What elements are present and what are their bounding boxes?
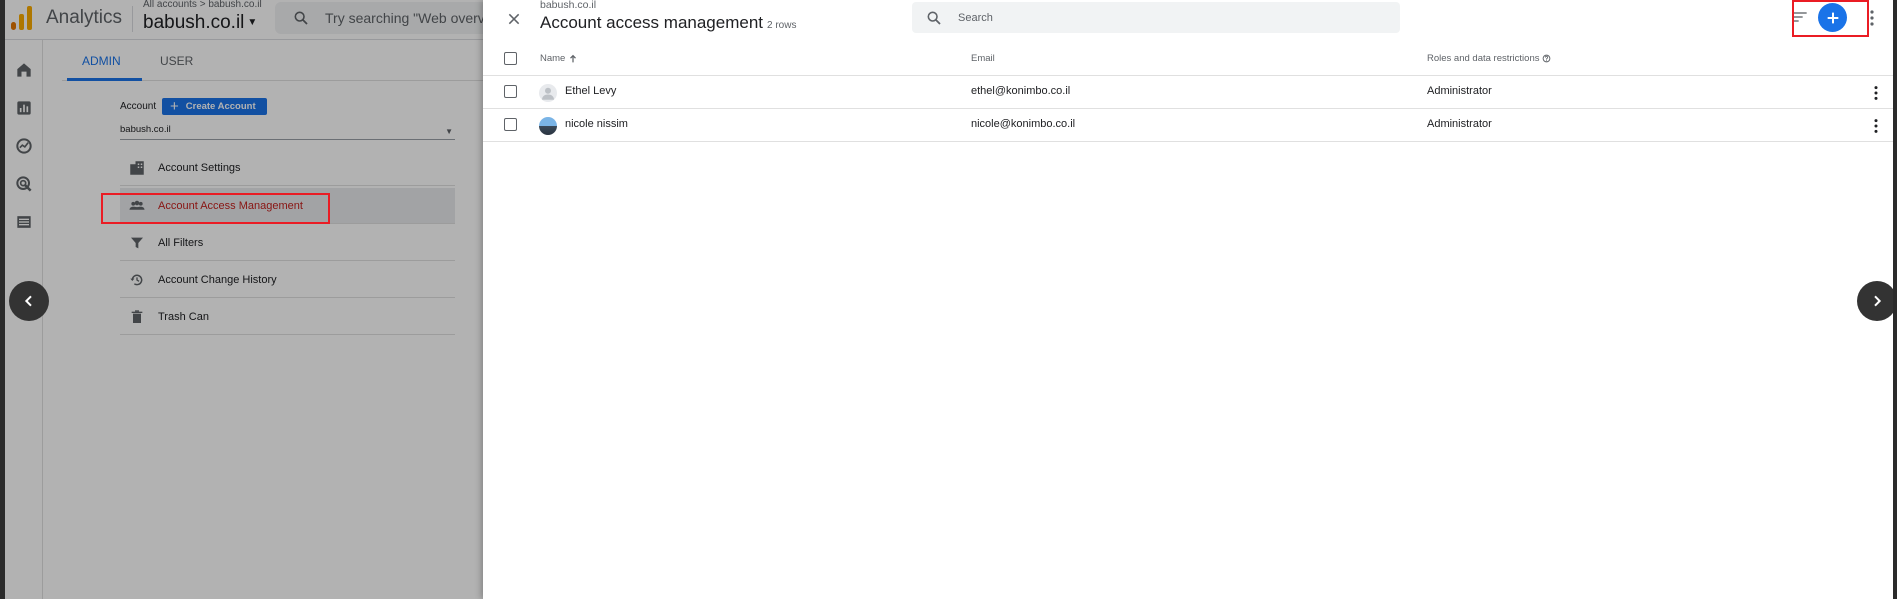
menu-item-label: All Filters	[158, 236, 204, 249]
table-row[interactable]: nicole nissim nicole@konimbo.co.il Admin…	[483, 109, 1893, 142]
close-icon	[508, 13, 520, 25]
list-icon[interactable]	[14, 212, 34, 232]
next-arrow-button[interactable]	[1857, 281, 1897, 321]
row-count: 2 rows	[767, 20, 797, 31]
select-all-checkbox[interactable]	[504, 52, 517, 65]
trash-icon	[128, 308, 146, 326]
plus-icon: +	[170, 98, 179, 115]
panel-title: Account access management 2 rows	[540, 13, 796, 33]
tab-user[interactable]: USER	[160, 54, 193, 68]
app-search-placeholder: Try searching "Web overv	[325, 10, 483, 26]
create-account-label: Create Account	[185, 101, 256, 112]
menu-item-label: Account Access Management	[158, 199, 303, 212]
plus-icon	[1827, 12, 1838, 23]
table-row[interactable]: Ethel Levy ethel@konimbo.co.il Administr…	[483, 76, 1893, 109]
top-bar: Analytics All accounts > babush.co.il ba…	[5, 0, 483, 40]
help-icon[interactable]	[1542, 54, 1551, 63]
analytics-logo-icon	[11, 6, 35, 30]
filter-icon[interactable]	[1792, 10, 1808, 24]
property-selector[interactable]: babush.co.il ▼	[143, 12, 257, 34]
property-name: babush.co.il	[143, 12, 245, 33]
row-checkbox[interactable]	[504, 118, 517, 131]
row-checkbox[interactable]	[504, 85, 517, 98]
more-vert-icon[interactable]	[1873, 118, 1879, 134]
user-name: Ethel Levy	[565, 85, 617, 97]
menu-item-all-filters[interactable]: All Filters	[120, 225, 455, 261]
search-icon	[294, 11, 308, 25]
panel-subtitle: babush.co.il	[540, 0, 597, 11]
previous-arrow-button[interactable]	[9, 281, 49, 321]
menu-item-account-change-history[interactable]: Account Change History	[120, 262, 455, 298]
tab-admin[interactable]: ADMIN	[82, 54, 121, 68]
user-email: nicole@konimbo.co.il	[971, 118, 1076, 130]
menu-item-account-settings[interactable]: Account Settings	[120, 150, 455, 186]
active-tab-indicator	[67, 78, 142, 81]
close-button[interactable]	[503, 8, 525, 30]
app-search-bar[interactable]: Try searching "Web overv	[275, 2, 483, 34]
account-column-label: Account	[120, 101, 157, 112]
column-name-label: Name	[540, 53, 566, 64]
more-vert-icon[interactable]	[1869, 9, 1875, 27]
brand-name: Analytics	[46, 7, 123, 28]
column-email-label: Email	[971, 53, 995, 64]
column-header-roles: Roles and data restrictions	[1427, 53, 1551, 64]
chevron-left-icon	[24, 295, 32, 307]
menu-item-account-access-management[interactable]: Account Access Management	[120, 188, 455, 224]
sort-ascending-icon	[570, 54, 577, 62]
filter-icon	[128, 234, 146, 252]
admin-tab-bar: ADMIN USER	[62, 40, 483, 81]
menu-item-trash-can[interactable]: Trash Can	[120, 299, 455, 335]
window-edge-right	[1893, 0, 1897, 599]
people-icon	[128, 197, 146, 215]
account-access-panel: babush.co.il Account access management 2 …	[483, 0, 1893, 599]
analytics-app-background: Analytics All accounts > babush.co.il ba…	[5, 0, 483, 599]
add-user-button[interactable]	[1818, 3, 1847, 32]
user-role: Administrator	[1427, 118, 1492, 130]
column-header-name[interactable]: Name	[540, 53, 578, 64]
divider	[132, 6, 133, 32]
default-avatar-icon	[539, 84, 557, 102]
reports-icon[interactable]	[14, 98, 34, 118]
create-account-button[interactable]: + Create Account	[162, 98, 267, 115]
history-icon	[128, 271, 146, 289]
user-photo-avatar	[539, 117, 557, 135]
search-icon	[927, 11, 941, 25]
dropdown-arrow-icon: ▼	[445, 127, 453, 136]
panel-search-bar	[912, 2, 1400, 33]
explore-icon[interactable]	[14, 136, 34, 156]
column-header-email: Email	[971, 53, 995, 64]
breadcrumb[interactable]: All accounts > babush.co.il	[143, 0, 262, 10]
account-selector-value: babush.co.il	[120, 124, 171, 135]
chevron-right-icon	[1874, 295, 1882, 307]
advertising-icon[interactable]	[14, 174, 34, 194]
caret-down-icon: ▼	[247, 17, 258, 29]
panel-title-text: Account access management	[540, 13, 764, 32]
menu-item-label: Account Settings	[158, 161, 241, 174]
menu-item-label: Account Change History	[158, 273, 277, 286]
column-roles-label: Roles and data restrictions	[1427, 53, 1540, 64]
search-input[interactable]	[956, 2, 1376, 33]
menu-item-label: Trash Can	[158, 310, 209, 323]
user-name: nicole nissim	[565, 118, 628, 130]
building-icon	[128, 159, 146, 177]
table-header: Name Email Roles and data restrictions	[483, 48, 1893, 76]
home-icon[interactable]	[14, 60, 34, 80]
more-vert-icon[interactable]	[1873, 85, 1879, 101]
user-email: ethel@konimbo.co.il	[971, 85, 1071, 97]
account-selector[interactable]: babush.co.il ▼	[120, 124, 455, 140]
user-role: Administrator	[1427, 85, 1492, 97]
